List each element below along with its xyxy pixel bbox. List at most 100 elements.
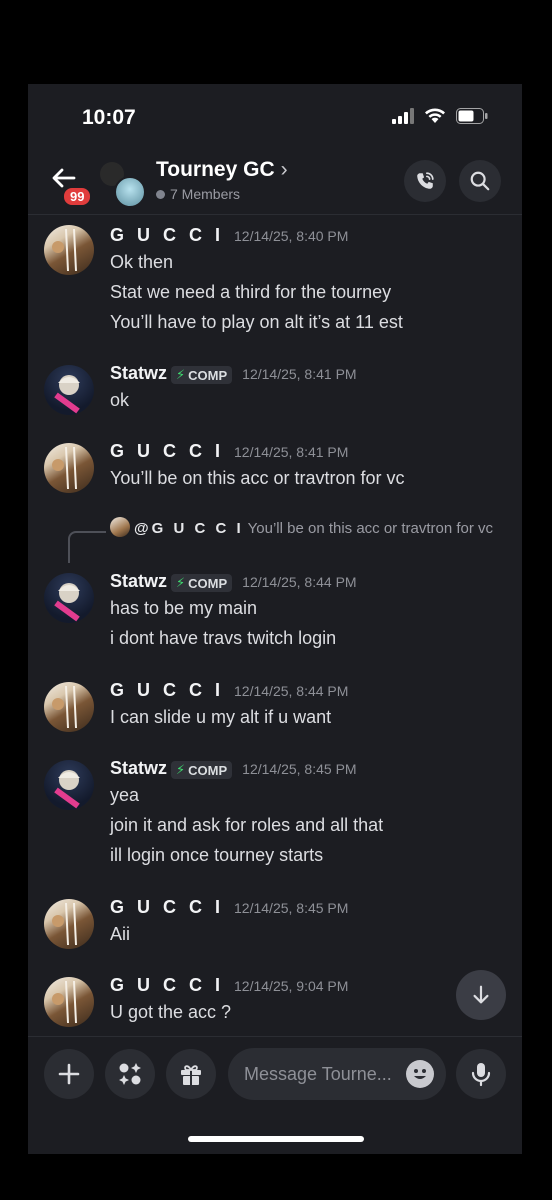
message-text: I can slide u my alt if u want (110, 707, 332, 727)
message-timestamp: 12/14/25, 8:40 PM (234, 228, 349, 244)
apps-icon (119, 1063, 141, 1085)
avatar-image (54, 770, 80, 809)
message-text: Aii (110, 924, 131, 944)
message-text: yea (110, 785, 140, 805)
author-name: G U C C I (110, 441, 225, 461)
avatar[interactable] (44, 443, 94, 493)
message-author[interactable]: Statwz ⚡ COMP 12/14/25, 8:41 PM (110, 363, 357, 384)
status-bar: 10:07 (28, 84, 522, 150)
lightning-icon: ⚡ (176, 367, 186, 382)
lightning-icon: ⚡ (176, 762, 186, 777)
tag-label: COMP (188, 367, 228, 383)
comp-tag: ⚡ COMP (171, 761, 233, 779)
signal-icon (392, 108, 414, 124)
avatar[interactable] (44, 899, 94, 949)
gift-button[interactable] (166, 1049, 216, 1099)
status-icons (392, 108, 488, 124)
avatar[interactable] (44, 225, 94, 275)
author-name: G U C C I (110, 225, 225, 245)
reply-connector (68, 531, 106, 563)
message-text: join it and ask for roles and all that (110, 815, 384, 835)
message-composer: Message Tourne... (28, 1036, 522, 1109)
message-author[interactable]: G U C C I 12/14/25, 8:44 PM (110, 680, 348, 701)
reply-author: @G U C C I (134, 520, 244, 537)
message-author[interactable]: G U C C I 12/14/25, 8:45 PM (110, 897, 348, 918)
avatar-image (52, 980, 77, 1024)
message-text: You’ll be on this acc or travtron for vc (110, 468, 405, 488)
avatar[interactable] (44, 977, 94, 1027)
lightning-icon: ⚡ (176, 575, 186, 590)
avatar[interactable] (44, 365, 94, 415)
avatar[interactable] (44, 682, 94, 732)
microphone-icon (471, 1063, 491, 1087)
avatar-image (52, 902, 77, 946)
member-count-text: 7 Members (170, 186, 241, 202)
message-text: Ok then (110, 252, 174, 272)
add-attachment-button[interactable] (44, 1049, 94, 1099)
phone-call-icon (417, 172, 434, 189)
gift-icon (181, 1065, 201, 1085)
message-timestamp: 12/14/25, 8:45 PM (242, 761, 357, 777)
avatar-image (52, 228, 77, 272)
status-time: 10:07 (82, 106, 136, 129)
avatar-image (54, 375, 80, 414)
message-timestamp: 12/14/25, 9:04 PM (234, 978, 349, 994)
message-author[interactable]: Statwz ⚡ COMP 12/14/25, 8:45 PM (110, 758, 357, 779)
message-timestamp: 12/14/25, 8:44 PM (234, 683, 349, 699)
avatar-image (54, 583, 80, 622)
message-text: U got the acc ? (110, 1002, 232, 1022)
author-name: G U C C I (110, 680, 225, 700)
message-author[interactable]: Statwz ⚡ COMP 12/14/25, 8:44 PM (110, 571, 357, 592)
chevron-right-icon: › (280, 158, 288, 181)
author-name: G U C C I (110, 975, 225, 995)
message-text: i dont have travs twitch login (110, 628, 337, 648)
arrow-down-icon (473, 985, 489, 1004)
message-timestamp: 12/14/25, 8:45 PM (234, 900, 349, 916)
search-icon (470, 171, 490, 191)
apps-button[interactable] (105, 1049, 155, 1099)
message-text: has to be my main (110, 598, 258, 618)
message-input-placeholder: Message Tourne... (244, 1063, 392, 1084)
channel-title-text: Tourney GC (156, 158, 275, 181)
member-count[interactable]: 7 Members (156, 186, 240, 202)
avatar[interactable] (44, 760, 94, 810)
message-text: Stat we need a third for the tourney (110, 282, 392, 302)
search-button[interactable] (459, 160, 501, 202)
status-dot-icon (156, 189, 165, 199)
message-timestamp: 12/14/25, 8:41 PM (234, 444, 349, 460)
message-input[interactable]: Message Tourne... (228, 1048, 446, 1100)
author-name: Statwz (110, 571, 168, 591)
plus-icon (58, 1063, 80, 1085)
tag-label: COMP (188, 575, 228, 591)
channel-title[interactable]: Tourney GC › (156, 158, 288, 182)
group-avatar-secondary (114, 176, 146, 208)
unread-badge: 99 (62, 186, 93, 207)
reply-preview[interactable]: @G U C C I You’ll be on this acc or travt… (110, 517, 500, 540)
message-text: You’ll have to play on alt it’s at 11 es… (110, 312, 403, 332)
message-timestamp: 12/14/25, 8:41 PM (242, 366, 357, 382)
voice-message-button[interactable] (456, 1049, 506, 1099)
comp-tag: ⚡ COMP (171, 366, 233, 384)
reply-avatar (110, 517, 130, 537)
message-timestamp: 12/14/25, 8:44 PM (242, 574, 357, 590)
avatar-image (52, 446, 77, 490)
message-author[interactable]: G U C C I 12/14/25, 8:40 PM (110, 225, 348, 246)
emoji-icon[interactable] (406, 1060, 434, 1088)
battery-icon (456, 108, 488, 124)
call-button[interactable] (404, 160, 446, 202)
tag-label: COMP (188, 762, 228, 778)
author-name: G U C C I (110, 897, 225, 917)
author-name: Statwz (110, 758, 168, 778)
channel-header: 99 Tourney GC › 7 Members (28, 150, 522, 215)
author-name: Statwz (110, 363, 168, 383)
home-indicator[interactable] (188, 1136, 364, 1142)
message-author[interactable]: G U C C I 12/14/25, 9:04 PM (110, 975, 348, 996)
avatar[interactable] (44, 573, 94, 623)
phone-screen: 10:07 99 Tourney GC › 7 Members G U C C … (28, 84, 522, 1154)
message-author[interactable]: G U C C I 12/14/25, 8:41 PM (110, 441, 348, 462)
message-list[interactable]: G U C C I 12/14/25, 8:40 PM Ok then Stat … (28, 215, 522, 1035)
wifi-icon (425, 108, 445, 123)
group-avatar[interactable] (98, 160, 146, 208)
jump-to-latest-button[interactable] (456, 970, 506, 1020)
comp-tag: ⚡ COMP (171, 574, 233, 592)
